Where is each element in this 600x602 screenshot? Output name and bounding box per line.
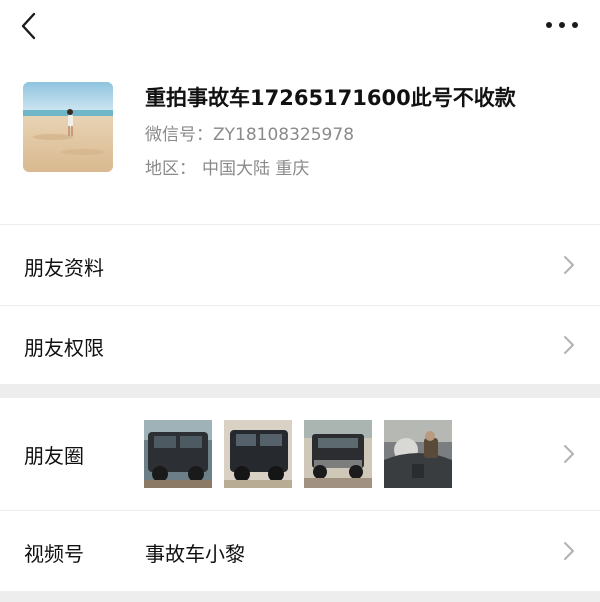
car-interior-photo-icon bbox=[384, 420, 452, 488]
nickname: 重拍事故车17265171600此号不收款 bbox=[145, 86, 516, 110]
friend-profile-row[interactable]: 朋友资料 bbox=[0, 225, 600, 305]
moments-thumbnail[interactable] bbox=[384, 420, 452, 488]
moments-thumbnail[interactable] bbox=[224, 420, 292, 488]
chevron-right-icon bbox=[564, 542, 574, 560]
moments-label: 朋友圈 bbox=[24, 444, 84, 468]
region-label: 地区： bbox=[145, 159, 196, 179]
friend-permissions-row[interactable]: 朋友权限 bbox=[0, 306, 600, 384]
more-horizontal-icon bbox=[546, 22, 578, 28]
section-separator bbox=[0, 591, 600, 602]
moments-row[interactable]: 朋友圈 bbox=[0, 398, 600, 510]
chevron-right-icon bbox=[564, 336, 574, 354]
region-value: 中国大陆 重庆 bbox=[202, 159, 310, 179]
car-photo-icon bbox=[144, 420, 212, 488]
friend-profile-label: 朋友资料 bbox=[24, 256, 104, 280]
friend-permissions-label: 朋友权限 bbox=[24, 336, 104, 360]
more-options-button[interactable] bbox=[542, 12, 582, 38]
wechat-id-value[interactable]: ZY18108325978 bbox=[213, 125, 354, 145]
chevron-left-icon bbox=[21, 12, 36, 40]
car-photo-icon bbox=[224, 420, 292, 488]
wechat-id-label: 微信号： bbox=[145, 125, 213, 145]
car-photo-icon bbox=[304, 420, 372, 488]
moments-thumbnail[interactable] bbox=[144, 420, 212, 488]
profile-header: 重拍事故车17265171600此号不收款 微信号：ZY18108325978 … bbox=[0, 52, 600, 224]
moments-thumbnail[interactable] bbox=[304, 420, 372, 488]
channels-row[interactable]: 视频号 事故车小黎 bbox=[0, 511, 600, 591]
region-row: 地区： 中国大陆 重庆 bbox=[145, 154, 309, 179]
back-button[interactable] bbox=[14, 10, 46, 42]
wechat-id-row: 微信号：ZY18108325978 bbox=[145, 120, 354, 145]
beach-photo-avatar bbox=[23, 82, 113, 172]
top-bar bbox=[0, 0, 600, 52]
channels-label: 视频号 bbox=[24, 542, 84, 566]
chevron-right-icon bbox=[564, 445, 574, 463]
chevron-right-icon bbox=[564, 256, 574, 274]
section-separator bbox=[0, 384, 600, 398]
channels-name: 事故车小黎 bbox=[145, 542, 245, 566]
avatar[interactable] bbox=[23, 82, 113, 172]
